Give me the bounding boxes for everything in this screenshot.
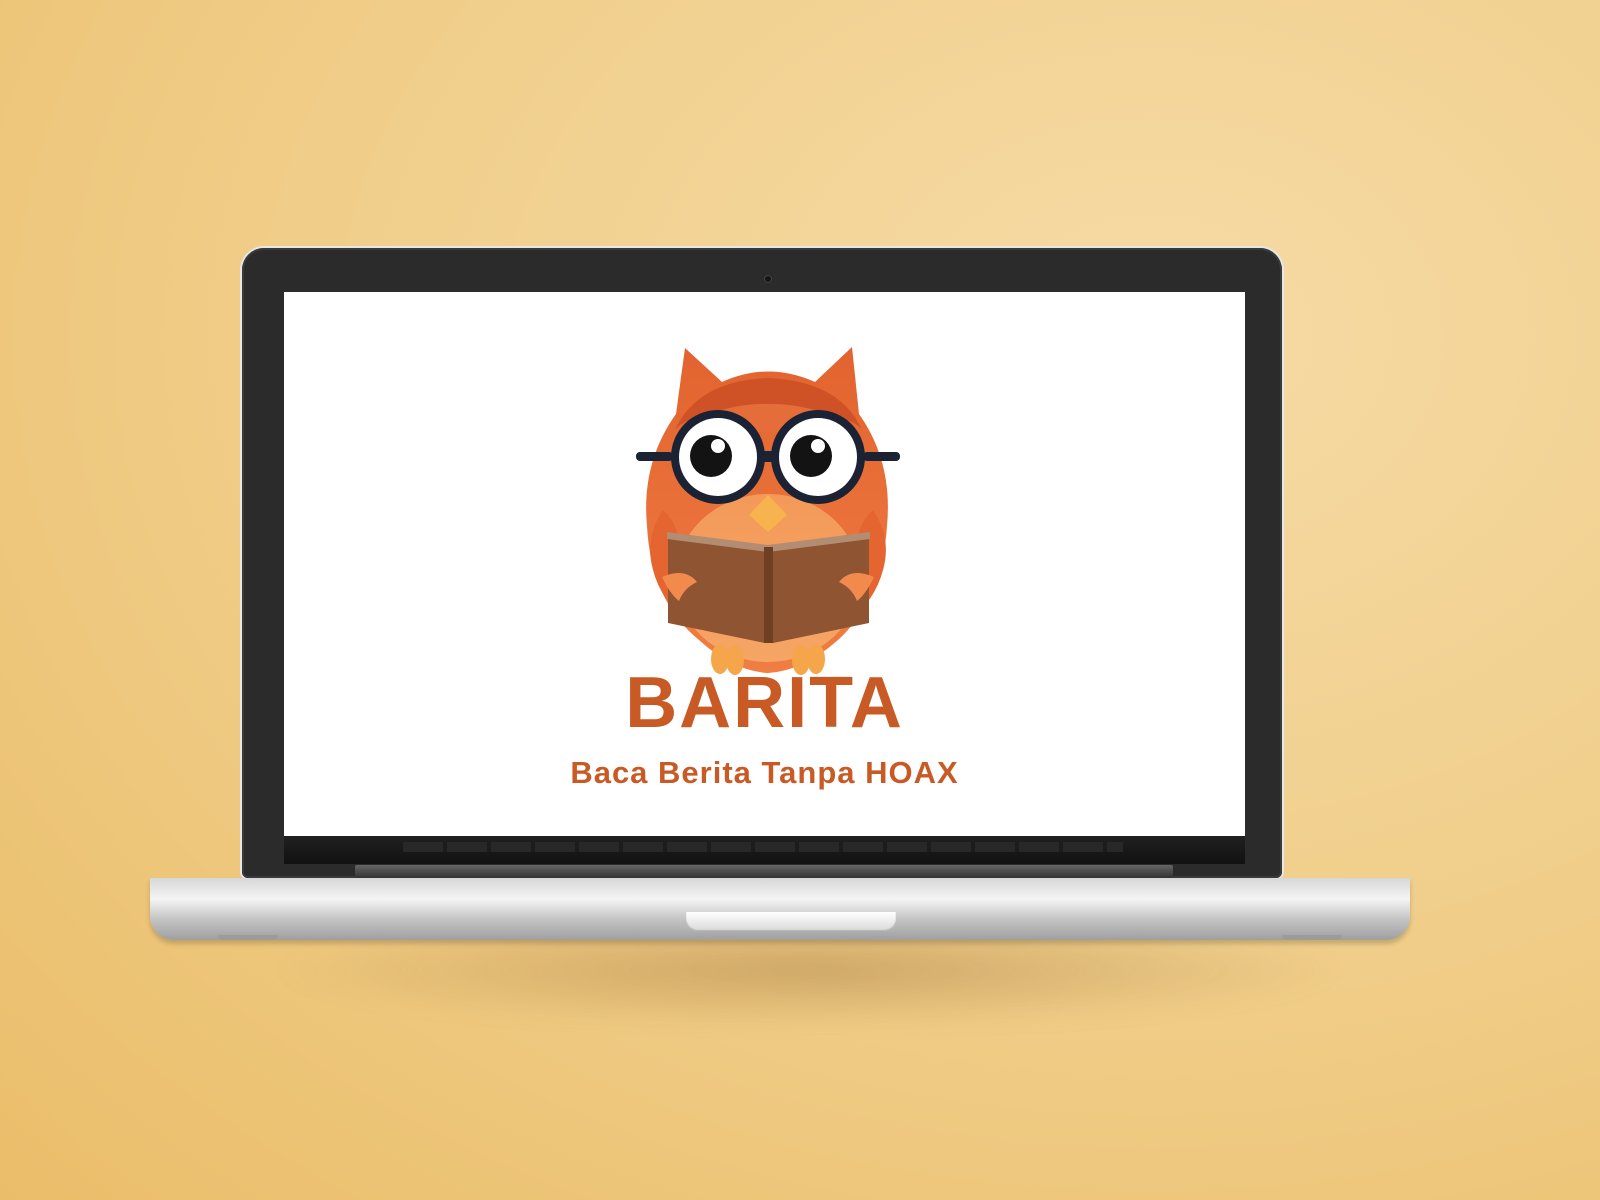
right-eye-highlight-icon bbox=[811, 439, 825, 453]
camera-icon bbox=[764, 275, 772, 283]
glasses-bridge-icon bbox=[756, 451, 780, 462]
owl-logo-icon bbox=[636, 347, 900, 675]
brand-tagline: Baca Berita Tanpa HOAX bbox=[570, 755, 959, 790]
left-pupil-icon bbox=[690, 435, 732, 477]
laptop-screen: BARITA Baca Berita Tanpa HOAX bbox=[284, 292, 1245, 836]
right-foot bbox=[1282, 935, 1342, 940]
barita-logo: BARITA Baca Berita Tanpa HOAX bbox=[284, 292, 1245, 836]
left-eye-highlight-icon bbox=[711, 439, 725, 453]
book-spine-icon bbox=[764, 547, 773, 643]
left-foot bbox=[218, 935, 278, 940]
glasses-left-arm-icon bbox=[636, 452, 673, 461]
product-mockup-scene: BARITA Baca Berita Tanpa HOAX bbox=[0, 0, 1600, 1200]
brand-name: BARITA bbox=[625, 663, 904, 743]
trackpad-notch bbox=[686, 912, 896, 931]
laptop-hinge bbox=[355, 865, 1173, 878]
right-pupil-icon bbox=[790, 435, 832, 477]
glasses-right-arm-icon bbox=[863, 452, 900, 461]
keyboard-row-icon bbox=[403, 842, 1123, 852]
